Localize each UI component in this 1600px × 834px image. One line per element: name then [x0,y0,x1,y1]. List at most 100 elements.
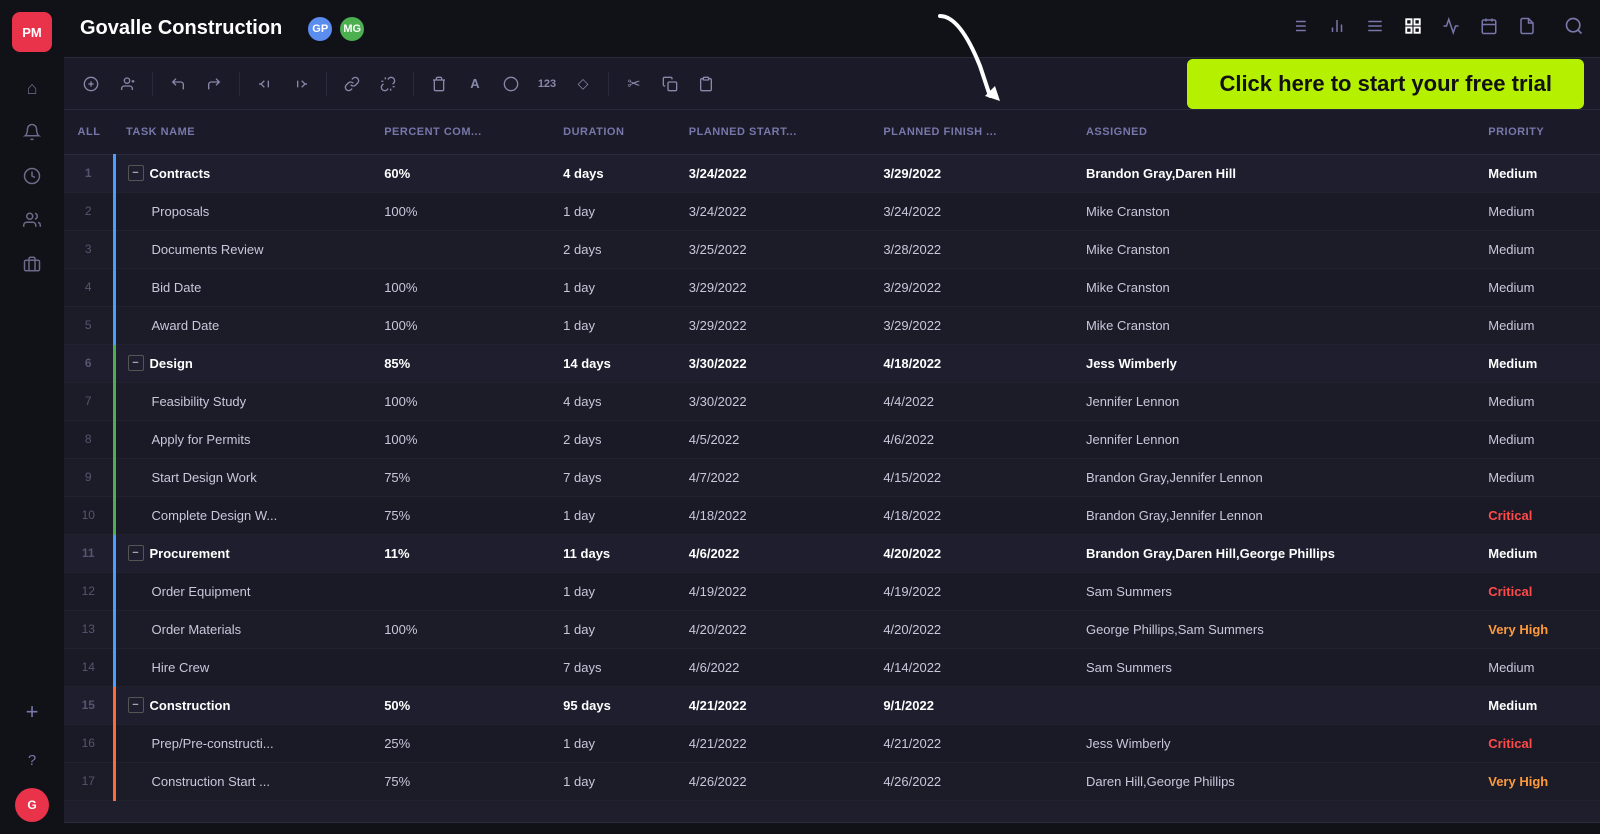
bars-view-icon[interactable] [1328,17,1346,40]
task-name-cell[interactable]: −Construction [114,686,372,724]
indent-left-button[interactable] [250,69,280,99]
planned-finish: 3/29/2022 [871,268,1074,306]
copy-button[interactable] [655,69,685,99]
task-name-cell[interactable]: Documents Review [114,230,372,268]
indent-right-button[interactable] [286,69,316,99]
avatar-group: GP MG [306,15,366,43]
delete-button[interactable] [424,69,454,99]
planned-finish: 4/20/2022 [871,534,1074,572]
table-row[interactable]: 6−Design85%14 days3/30/20224/18/2022Jess… [64,344,1600,382]
sidebar-item-home[interactable]: ⌂ [12,68,52,108]
avatar-mg: MG [338,15,366,43]
free-trial-banner[interactable]: Click here to start your free trial [1187,59,1584,109]
pulse-icon[interactable] [1442,17,1460,40]
app-logo[interactable]: PM [12,12,52,52]
sidebar-user-avatar[interactable]: G [15,788,49,822]
unlink-button[interactable] [373,69,403,99]
table-row[interactable]: 9Start Design Work75%7 days4/7/20224/15/… [64,458,1600,496]
table-row[interactable]: 7Feasibility Study100%4 days3/30/20224/4… [64,382,1600,420]
table-row[interactable]: 2Proposals100%1 day3/24/20223/24/2022Mik… [64,192,1600,230]
col-percent[interactable]: PERCENT COM... [372,110,551,154]
priority: Medium [1476,306,1600,344]
redo-button[interactable] [199,69,229,99]
add-task-button[interactable] [76,69,106,99]
file-icon[interactable] [1518,17,1536,40]
row-number: 7 [64,382,114,420]
group-toggle[interactable]: − [128,165,144,181]
cut-button[interactable]: ✂ [619,69,649,99]
topbar-view-icons [1290,17,1536,40]
toolbar-sep-4 [413,72,414,96]
align-view-icon[interactable] [1366,17,1384,40]
col-planned-start[interactable]: PLANNED START... [677,110,872,154]
task-name-cell[interactable]: Order Materials [114,610,372,648]
table-row[interactable]: 15−Construction50%95 days4/21/20229/1/20… [64,686,1600,724]
table-row[interactable]: 3Documents Review2 days3/25/20223/28/202… [64,230,1600,268]
task-name-cell[interactable]: −Procurement [114,534,372,572]
task-name-cell[interactable]: Prep/Pre-constructi... [114,724,372,762]
sidebar-item-help[interactable]: ? [12,740,52,780]
col-duration[interactable]: DURATION [551,110,677,154]
calendar-icon[interactable] [1480,17,1498,40]
priority: Medium [1476,458,1600,496]
table-row[interactable]: 12Order Equipment1 day4/19/20224/19/2022… [64,572,1600,610]
row-number: 2 [64,192,114,230]
task-name-cell[interactable]: −Design [114,344,372,382]
duration: 1 day [551,724,677,762]
undo-button[interactable] [163,69,193,99]
task-name-cell[interactable]: Feasibility Study [114,382,372,420]
duration: 7 days [551,648,677,686]
task-name-cell[interactable]: Proposals [114,192,372,230]
task-name-cell[interactable]: Apply for Permits [114,420,372,458]
col-assigned[interactable]: ASSIGNED [1074,110,1476,154]
table-row[interactable]: 4Bid Date100%1 day3/29/20223/29/2022Mike… [64,268,1600,306]
col-planned-finish[interactable]: PLANNED FINISH ... [871,110,1074,154]
table-row[interactable]: 1−Contracts60%4 days3/24/20223/29/2022Br… [64,154,1600,192]
task-name-cell[interactable]: Complete Design W... [114,496,372,534]
task-name-cell[interactable]: Hire Crew [114,648,372,686]
link-button[interactable] [337,69,367,99]
planned-start: 3/30/2022 [677,344,872,382]
col-all[interactable]: ALL [64,110,114,154]
priority: Medium [1476,268,1600,306]
sidebar-item-notifications[interactable] [12,112,52,152]
paste-button[interactable] [691,69,721,99]
task-name-text: Contracts [150,166,211,181]
task-name-cell[interactable]: Order Equipment [114,572,372,610]
table-row[interactable]: 14Hire Crew7 days4/6/20224/14/2022Sam Su… [64,648,1600,686]
task-name-cell[interactable]: −Contracts [114,154,372,192]
task-name-cell[interactable]: Bid Date [114,268,372,306]
task-name-cell[interactable]: Award Date [114,306,372,344]
table-row[interactable]: 16Prep/Pre-constructi...25%1 day4/21/202… [64,724,1600,762]
group-toggle[interactable]: − [128,545,144,561]
task-name-cell[interactable]: Construction Start ... [114,762,372,800]
table-row[interactable]: 11−Procurement11%11 days4/6/20224/20/202… [64,534,1600,572]
table-row[interactable]: 8Apply for Permits100%2 days4/5/20224/6/… [64,420,1600,458]
assigned: Mike Cranston [1074,306,1476,344]
sidebar-item-briefcase[interactable] [12,244,52,284]
grid-view-icon[interactable] [1404,17,1422,40]
horizontal-scrollbar[interactable] [64,822,1600,834]
shape-button[interactable] [496,69,526,99]
col-task-name[interactable]: TASK NAME [114,110,372,154]
percent-complete: 75% [372,496,551,534]
table-row[interactable]: 5Award Date100%1 day3/29/20223/29/2022Mi… [64,306,1600,344]
task-name-cell[interactable]: Start Design Work [114,458,372,496]
toolbar-sep-1 [152,72,153,96]
table-row[interactable]: 17Construction Start ...75%1 day4/26/202… [64,762,1600,800]
group-toggle[interactable]: − [128,355,144,371]
table-row[interactable]: 10Complete Design W...75%1 day4/18/20224… [64,496,1600,534]
table-row[interactable]: 13Order Materials100%1 day4/20/20224/20/… [64,610,1600,648]
number-format-button[interactable]: 123 [532,69,562,99]
list-view-icon[interactable] [1290,17,1308,40]
add-person-button[interactable] [112,69,142,99]
sidebar-item-add[interactable]: + [12,692,52,732]
diamond-button[interactable]: ◇ [568,69,598,99]
search-icon[interactable] [1564,16,1584,42]
sidebar-item-time[interactable] [12,156,52,196]
col-priority[interactable]: PRIORITY [1476,110,1600,154]
planned-start: 4/20/2022 [677,610,872,648]
font-button[interactable]: A [460,69,490,99]
sidebar-item-team[interactable] [12,200,52,240]
group-toggle[interactable]: − [128,697,144,713]
